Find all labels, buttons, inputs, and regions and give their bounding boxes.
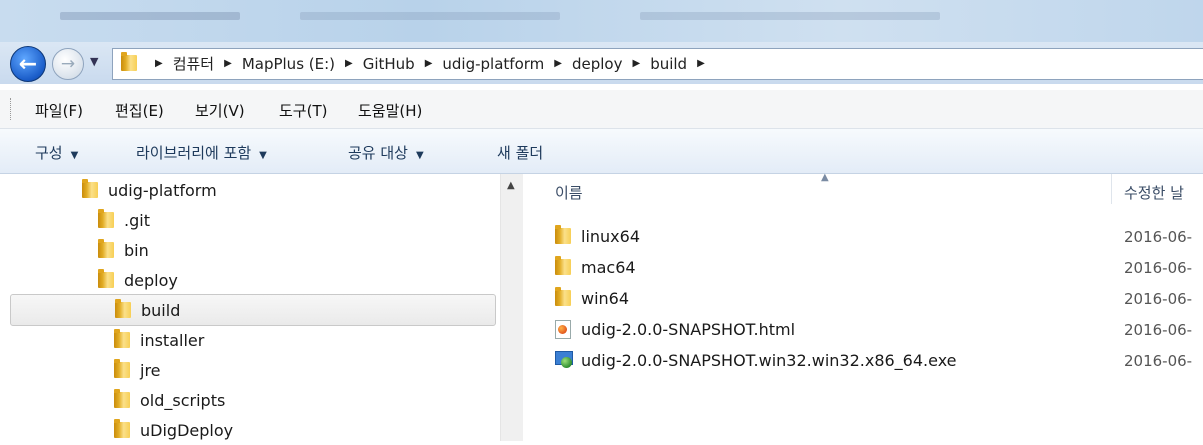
tree-item-label: udig-platform [108,180,217,200]
file-row-html[interactable]: udig-2.0.0-SNAPSHOT.html [555,315,795,343]
folder-icon [98,239,114,258]
organize-label: 구성 [35,144,63,162]
menu-tools[interactable]: 도구(T) [279,100,327,121]
scroll-up-icon[interactable]: ▲ [507,180,515,191]
folder-icon [121,52,137,71]
tree-item-bin[interactable]: bin [98,235,149,265]
file-list-pane: ▲ 이름 수정한 날 linux64 2016-06- mac64 2016-0… [523,172,1203,441]
tree-item-label: old_scripts [140,390,226,410]
tree-item-git[interactable]: .git [98,205,150,235]
folder-icon [555,225,571,244]
breadcrumb-github[interactable]: GitHub [363,55,415,73]
share-with-button[interactable]: 공유 대상 ▼ [348,142,424,163]
tree-item-old-scripts[interactable]: old_scripts [114,385,225,415]
chevron-down-icon: ▼ [259,150,267,161]
file-name: win64 [581,288,630,308]
breadcrumb: ▶ 컴퓨터 ▶ MapPlus (E:) ▶ GitHub ▶ udig-pla… [145,53,715,74]
file-date: 2016-06- [1124,290,1193,308]
file-row-linux64[interactable]: linux64 [555,222,640,250]
tree-item-label: build [141,300,181,320]
tree-item-build[interactable]: build [10,294,496,326]
breadcrumb-separator-icon[interactable]: ▶ [632,58,640,69]
column-divider[interactable] [1111,174,1112,204]
file-name: linux64 [581,226,640,246]
chevron-down-icon: ▼ [415,150,424,161]
exe-file-icon [555,351,573,369]
file-name: udig-2.0.0-SNAPSHOT.win32.win32.x86_64.e… [581,350,957,370]
file-date: 2016-06- [1124,259,1193,277]
folder-icon [114,389,130,408]
file-date: 2016-06- [1124,321,1193,339]
tree-item-label: uDigDeploy [140,420,234,440]
tree-item-installer[interactable]: installer [114,325,204,355]
folder-icon [555,256,571,275]
column-header-name[interactable]: 이름 [555,182,583,203]
back-arrow-icon[interactable]: ← [10,46,46,82]
folder-icon [82,179,98,198]
navigation-pane: udig-platform .git bin deploy build inst… [0,174,500,441]
breadcrumb-separator-icon[interactable]: ▶ [554,58,562,69]
breadcrumb-drive[interactable]: MapPlus (E:) [242,55,335,73]
folder-icon [555,287,571,306]
file-row-win64[interactable]: win64 [555,284,629,312]
file-date: 2016-06- [1124,352,1193,370]
share-with-label: 공유 대상 [348,144,408,162]
folder-icon [114,359,130,378]
tree-item-label: installer [140,330,205,350]
new-folder-button[interactable]: 새 폴더 [497,142,543,163]
file-name: udig-2.0.0-SNAPSHOT.html [581,319,796,339]
breadcrumb-separator-icon[interactable]: ▶ [155,58,163,69]
menu-edit[interactable]: 편집(E) [115,100,164,121]
history-dropdown-icon[interactable]: ▼ [90,55,98,68]
title-blur [60,12,240,20]
tree-item-label: deploy [124,270,178,290]
command-bar: 구성 ▼ 라이브러리에 포함 ▼ 공유 대상 ▼ 새 폴더 [0,129,1203,174]
menu-file[interactable]: 파일(F) [35,100,83,121]
title-blur [300,12,560,20]
breadcrumb-separator-icon[interactable]: ▶ [345,58,353,69]
tree-item-udig-platform[interactable]: udig-platform [82,175,217,205]
folder-icon [98,209,114,228]
folder-icon [115,299,131,318]
window-title-bar [0,0,1203,42]
menu-bar: 파일(F) 편집(E) 보기(V) 도구(T) 도움말(H) [0,90,1203,129]
menu-view[interactable]: 보기(V) [195,100,245,121]
title-blur [640,12,940,20]
organize-button[interactable]: 구성 ▼ [35,142,78,163]
breadcrumb-deploy[interactable]: deploy [572,55,623,73]
include-library-button[interactable]: 라이브러리에 포함 ▼ [136,142,267,163]
breadcrumb-separator-icon[interactable]: ▶ [425,58,433,69]
breadcrumb-build[interactable]: build [650,55,687,73]
address-bar[interactable]: ▶ 컴퓨터 ▶ MapPlus (E:) ▶ GitHub ▶ udig-pla… [112,48,1203,80]
tree-item-jre[interactable]: jre [114,355,161,385]
navigation-scrollbar[interactable]: ▲ [500,174,524,441]
menu-grip [10,98,14,120]
file-date: 2016-06- [1124,228,1193,246]
folder-icon [114,419,130,438]
breadcrumb-udig-platform[interactable]: udig-platform [442,55,544,73]
file-row-mac64[interactable]: mac64 [555,253,636,281]
tree-item-deploy[interactable]: deploy [98,265,178,295]
tree-item-label: bin [124,240,149,260]
forward-arrow-icon[interactable]: → [52,48,84,80]
navigation-bar: ← → ▼ ▶ 컴퓨터 ▶ MapPlus (E:) ▶ GitHub ▶ ud… [0,42,1203,84]
html-file-icon [555,319,571,339]
file-row-exe[interactable]: udig-2.0.0-SNAPSHOT.win32.win32.x86_64.e… [555,346,957,374]
column-header-modified[interactable]: 수정한 날 [1124,182,1184,203]
folder-icon [114,329,130,348]
include-library-label: 라이브러리에 포함 [136,144,252,162]
breadcrumb-computer[interactable]: 컴퓨터 [173,53,214,74]
breadcrumb-separator-icon[interactable]: ▶ [697,58,705,69]
sort-ascending-icon: ▲ [821,172,829,183]
chevron-down-icon: ▼ [70,150,79,161]
folder-icon [98,269,114,288]
menu-help[interactable]: 도움말(H) [358,100,422,121]
file-name: mac64 [581,257,636,277]
tree-item-label: .git [124,210,150,230]
tree-item-label: jre [140,360,161,380]
breadcrumb-separator-icon[interactable]: ▶ [224,58,232,69]
